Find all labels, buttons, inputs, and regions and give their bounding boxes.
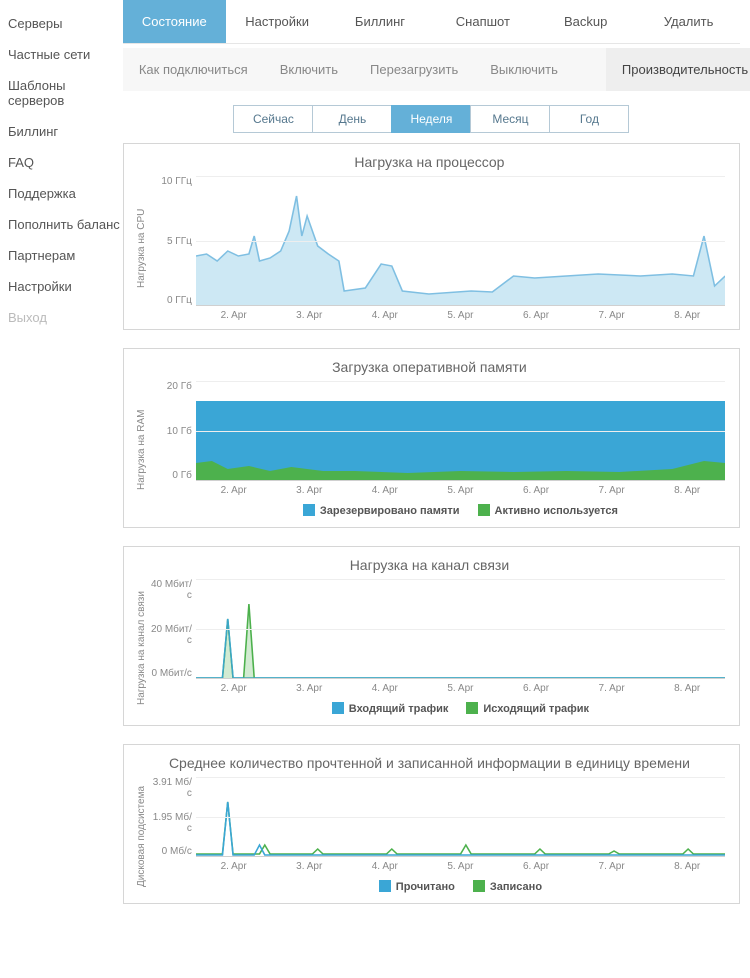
chart-ram-xaxis: 2. Apr3. Apr4. Apr5. Apr6. Apr7. Apr8. A… bbox=[196, 481, 725, 496]
chart-ram-yaxis: 20 Гб 10 Гб 0 Гб bbox=[148, 381, 196, 481]
tab-backup[interactable]: Backup bbox=[534, 0, 637, 43]
subtab-performance[interactable]: Производительность bbox=[606, 48, 750, 91]
range-day[interactable]: День bbox=[312, 105, 392, 133]
sidebar-item-support[interactable]: Поддержка bbox=[8, 178, 123, 209]
chart-net-title: Нагрузка на канал связи bbox=[134, 557, 725, 573]
chart-net-plot[interactable] bbox=[196, 579, 725, 679]
chart-cpu-plot[interactable] bbox=[196, 176, 725, 306]
chart-ram-plot[interactable] bbox=[196, 381, 725, 481]
chart-ram-ylabel: Нагрузка на RAM bbox=[134, 381, 148, 519]
sidebar-item-logout[interactable]: Выход bbox=[8, 302, 123, 333]
swatch-read bbox=[379, 880, 391, 892]
chart-ram-legend: Зарезервировано памяти Активно используе… bbox=[196, 496, 725, 519]
sidebar-item-settings[interactable]: Настройки bbox=[8, 271, 123, 302]
range-week[interactable]: Неделя bbox=[391, 105, 471, 133]
chart-net-legend: Входящий трафик Исходящий трафик bbox=[196, 694, 725, 717]
chart-disk-title: Среднее количество прочтенной и записанн… bbox=[134, 755, 725, 771]
sidebar: Серверы Частные сети Шаблоны серверов Би… bbox=[0, 0, 123, 932]
chart-disk-legend: Прочитано Записано bbox=[196, 872, 725, 895]
chart-disk-xaxis: 2. Apr3. Apr4. Apr5. Apr6. Apr7. Apr8. A… bbox=[196, 857, 725, 872]
secondary-tabs: Как подключиться Включить Перезагрузить … bbox=[123, 48, 740, 91]
chart-net-yaxis: 40 Мбит/с 20 Мбит/с 0 Мбит/с bbox=[148, 579, 196, 679]
time-range-selector: Сейчас День Неделя Месяц Год bbox=[123, 91, 740, 143]
chart-ram: Загрузка оперативной памяти Нагрузка на … bbox=[123, 348, 740, 528]
chart-cpu-title: Нагрузка на процессор bbox=[134, 154, 725, 170]
tab-settings[interactable]: Настройки bbox=[226, 0, 329, 43]
chart-cpu: Нагрузка на процессор Нагрузка на CPU 10… bbox=[123, 143, 740, 330]
chart-disk-yaxis: 3.91 Мб/с 1.95 Мб/с 0 Мб/с bbox=[148, 777, 196, 857]
swatch-active bbox=[478, 504, 490, 516]
swatch-write bbox=[473, 880, 485, 892]
chart-disk: Среднее количество прочтенной и записанн… bbox=[123, 744, 740, 904]
swatch-reserved bbox=[303, 504, 315, 516]
range-now[interactable]: Сейчас bbox=[233, 105, 313, 133]
chart-net-xaxis: 2. Apr3. Apr4. Apr5. Apr6. Apr7. Apr8. A… bbox=[196, 679, 725, 694]
subtab-connect[interactable]: Как подключиться bbox=[123, 48, 264, 91]
chart-disk-ylabel: Дисковая подсистема bbox=[134, 777, 148, 895]
subtab-spacer bbox=[574, 48, 606, 91]
chart-cpu-yaxis: 10 ГГц 5 ГГц 0 ГГц bbox=[148, 176, 196, 306]
chart-net: Нагрузка на канал связи Нагрузка на кана… bbox=[123, 546, 740, 726]
tab-delete[interactable]: Удалить bbox=[637, 0, 740, 43]
subtab-poweroff[interactable]: Выключить bbox=[474, 48, 574, 91]
swatch-out bbox=[466, 702, 478, 714]
chart-net-ylabel: Нагрузка на канал связи bbox=[134, 579, 148, 717]
sidebar-item-faq[interactable]: FAQ bbox=[8, 147, 123, 178]
sidebar-item-topup[interactable]: Пополнить баланс bbox=[8, 209, 123, 240]
swatch-in bbox=[332, 702, 344, 714]
tab-billing[interactable]: Биллинг bbox=[329, 0, 432, 43]
sidebar-item-servers[interactable]: Серверы bbox=[8, 8, 123, 39]
chart-disk-plot[interactable] bbox=[196, 777, 725, 857]
sidebar-item-private-nets[interactable]: Частные сети bbox=[8, 39, 123, 70]
chart-cpu-ylabel: Нагрузка на CPU bbox=[134, 176, 148, 321]
range-month[interactable]: Месяц bbox=[470, 105, 550, 133]
subtab-reboot[interactable]: Перезагрузить bbox=[354, 48, 474, 91]
main-panel: Состояние Настройки Биллинг Снапшот Back… bbox=[123, 0, 750, 932]
tab-snapshot[interactable]: Снапшот bbox=[431, 0, 534, 43]
tab-status[interactable]: Состояние bbox=[123, 0, 226, 43]
chart-ram-title: Загрузка оперативной памяти bbox=[134, 359, 725, 375]
sidebar-item-templates[interactable]: Шаблоны серверов bbox=[8, 70, 123, 116]
chart-cpu-xaxis: 2. Apr3. Apr4. Apr5. Apr6. Apr7. Apr8. A… bbox=[196, 306, 725, 321]
sidebar-item-billing[interactable]: Биллинг bbox=[8, 116, 123, 147]
range-year[interactable]: Год bbox=[549, 105, 629, 133]
subtab-poweron[interactable]: Включить bbox=[264, 48, 354, 91]
sidebar-item-partners[interactable]: Партнерам bbox=[8, 240, 123, 271]
primary-tabs: Состояние Настройки Биллинг Снапшот Back… bbox=[123, 0, 740, 44]
